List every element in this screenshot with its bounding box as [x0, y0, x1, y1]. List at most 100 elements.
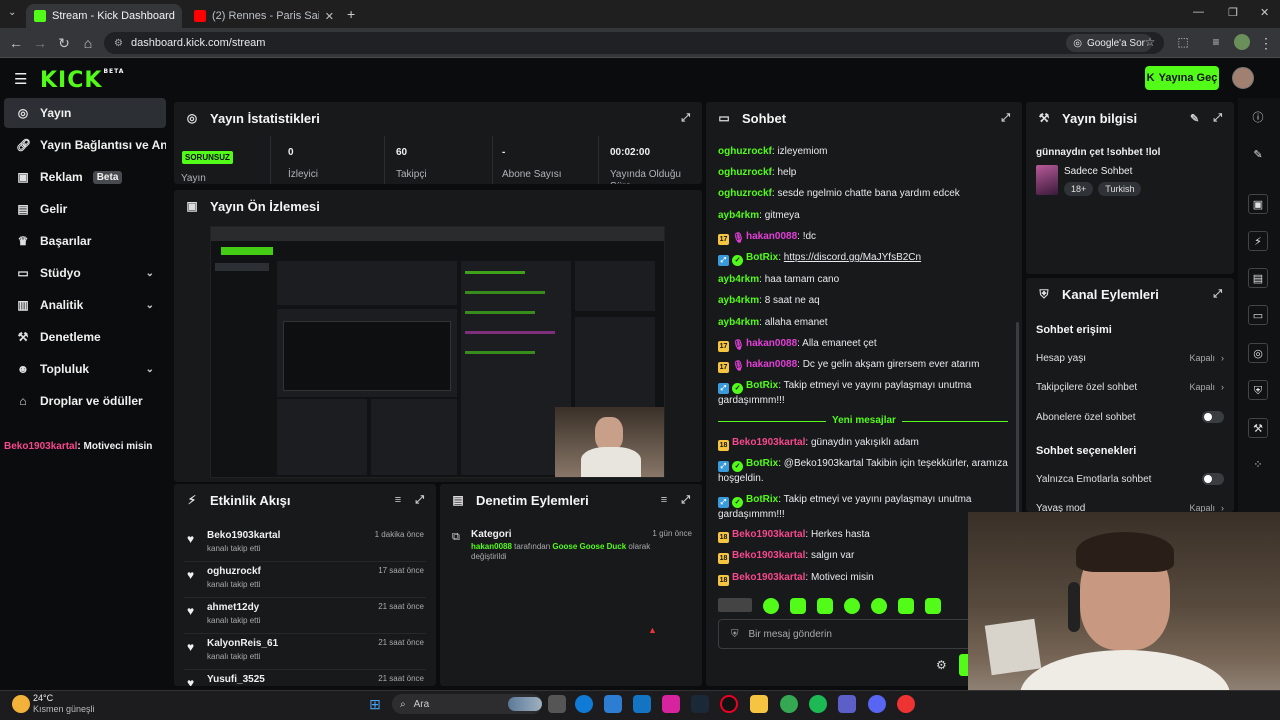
opera-icon[interactable]	[720, 695, 738, 713]
chat-icon[interactable]: ▭	[1248, 305, 1268, 325]
edge-icon[interactable]	[575, 695, 593, 713]
tab-menu-icon[interactable]: ⌄	[8, 7, 16, 18]
emote-icon[interactable]	[844, 598, 860, 614]
sidebar-item-revenue[interactable]: ▤ Gelir	[4, 194, 166, 224]
sidebar-item-studio[interactable]: ▭ Stüdyo ⌄	[4, 258, 166, 288]
filter-icon[interactable]: ≡	[661, 494, 667, 507]
wrench-icon[interactable]: ⚒	[1248, 418, 1268, 438]
weather-widget[interactable]: 24°C Kısmen güneşli	[33, 693, 95, 715]
sidebar-item-moderation[interactable]: ⚒ Denetleme	[4, 322, 166, 352]
reading-list-icon[interactable]: ≡	[1208, 35, 1224, 49]
sidebar-item-achievements[interactable]: ♛ Başarılar	[4, 226, 166, 256]
chat-message: ⤢ ✓ BotRix: https://discord.gg/MaJYfsB2Cn	[718, 251, 1012, 266]
expand-icon[interactable]: ⤢	[1213, 112, 1222, 125]
lightning-icon[interactable]: ⚡︎	[1248, 231, 1268, 251]
bookmark-star-icon[interactable]: ☆	[1142, 35, 1158, 49]
instagram-icon[interactable]	[662, 695, 680, 713]
url-field[interactable]: ⚙ dashboard.kick.com/stream ◎ Google'a S…	[104, 32, 1164, 54]
emote-icon[interactable]	[790, 598, 806, 614]
overlay-text: : Motiveci misin	[77, 441, 153, 452]
outlook-icon[interactable]	[633, 695, 651, 713]
chat-settings-gear-icon[interactable]: ⚙	[936, 658, 947, 672]
tab-youtube[interactable]: (2) Rennes - Paris Saint-Germain ✕	[186, 4, 342, 28]
forward-icon[interactable]: →	[32, 35, 48, 51]
preview-icon[interactable]: ▣	[1248, 194, 1268, 214]
document-icon[interactable]: ▤	[1248, 268, 1268, 288]
task-view-icon[interactable]	[548, 695, 566, 713]
expand-icon[interactable]: ⤢	[681, 112, 690, 125]
chat-icon: ▭	[718, 111, 730, 125]
setting-followers-only[interactable]: Takipçilere özel sohbet Kapalı ›	[1036, 377, 1224, 397]
close-tab-icon[interactable]: ✕	[181, 10, 182, 23]
windows-start-icon[interactable]: ⊞	[366, 695, 384, 713]
badge-18-icon: 18	[718, 553, 729, 564]
emote-icon[interactable]	[718, 598, 752, 612]
site-info-icon[interactable]: ⚙	[114, 38, 123, 49]
info-icon[interactable]: ⓘ	[1248, 108, 1268, 128]
reload-icon[interactable]: ↻	[56, 35, 72, 52]
kick-logo[interactable]: KICKBETA	[40, 68, 124, 93]
back-icon[interactable]: ←	[8, 35, 24, 51]
expand-icon[interactable]: ⤢	[681, 494, 690, 507]
discord-link[interactable]: https://discord.gg/MaJYfsB2Cn	[784, 252, 921, 263]
stream-preview-video[interactable]	[210, 226, 665, 478]
file-explorer-icon[interactable]	[750, 695, 768, 713]
emote-icon[interactable]	[898, 598, 914, 614]
store-icon[interactable]	[604, 695, 622, 713]
close-window-icon[interactable]: ✕	[1260, 6, 1269, 19]
home-icon[interactable]: ⌂	[80, 35, 96, 51]
close-tab-icon[interactable]: ✕	[325, 10, 334, 23]
setting-subs-only: Abonelere özel sohbet	[1036, 407, 1224, 427]
setting-account-age[interactable]: Hesap yaşı Kapalı ›	[1036, 348, 1224, 368]
stream-title: günnaydın çet !sohbet !lol	[1036, 147, 1161, 158]
taskbar-search[interactable]: ⌕ Ara	[392, 694, 542, 714]
minimize-icon[interactable]: —	[1193, 6, 1204, 18]
chat-message: ⤢ ✓ BotRix: @Beko1903kartal Takibin için t…	[718, 458, 1008, 484]
edit-pencil-icon[interactable]: ✎	[1190, 112, 1199, 125]
emote-icon[interactable]	[817, 598, 833, 614]
studio-icon: ▭	[17, 266, 29, 280]
expand-icon[interactable]: ⤢	[1213, 288, 1222, 301]
expand-icon[interactable]: ⤢	[415, 494, 424, 507]
category-thumbnail	[1036, 165, 1058, 195]
go-live-button[interactable]: K Yayına Geç	[1145, 66, 1219, 90]
shield-icon[interactable]: ⛨	[1248, 380, 1268, 400]
teams-icon[interactable]	[838, 695, 856, 713]
weather-sun-icon[interactable]	[12, 695, 30, 713]
edit-pencil-icon[interactable]: ✎	[1248, 145, 1268, 165]
emote-icon[interactable]	[763, 598, 779, 614]
spotify-icon[interactable]	[809, 695, 827, 713]
new-tab-icon[interactable]: +	[347, 6, 355, 22]
sidebar-item-ads[interactable]: ▣ Reklam Beta	[4, 162, 166, 192]
subs-only-toggle[interactable]	[1202, 411, 1224, 423]
maximize-icon[interactable]: ❐	[1228, 6, 1238, 19]
google-search-chip[interactable]: ◎ Google'a Sor	[1066, 34, 1152, 52]
sidebar-item-stream-key[interactable]: 🔗︎ Yayın Bağlantısı ve Anahtarı	[4, 130, 166, 160]
sidebar-item-community[interactable]: ☻ Topluluk ⌄	[4, 354, 166, 384]
apps-icon[interactable]: ⁘	[1248, 455, 1268, 475]
app-icon[interactable]	[897, 695, 915, 713]
expand-icon[interactable]: ⤢	[1001, 112, 1010, 125]
setting-slow-mode[interactable]: Yavaş mod Kapalı ›	[1036, 498, 1224, 513]
sidebar-item-stream[interactable]: ◎ Yayın	[4, 98, 166, 128]
hamburger-menu-icon[interactable]: ☰	[14, 70, 27, 88]
profile-icon[interactable]	[1234, 34, 1250, 50]
tag-pill[interactable]: Turkish	[1098, 182, 1142, 196]
stream-category[interactable]: Sadece Sohbet	[1064, 166, 1132, 177]
discord-icon[interactable]	[868, 695, 886, 713]
emote-only-toggle[interactable]	[1202, 473, 1224, 485]
extensions-icon[interactable]: ⬚	[1175, 35, 1191, 49]
emote-icon[interactable]	[871, 598, 887, 614]
browser-menu-icon[interactable]: ⋮	[1258, 35, 1274, 52]
target-icon[interactable]: ◎	[1248, 343, 1268, 363]
sidebar-item-drops[interactable]: ⌂ Droplar ve ödüller	[4, 386, 166, 416]
chrome-icon[interactable]	[780, 695, 798, 713]
tab-kick-dashboard[interactable]: Stream - Kick Dashboard ✕	[26, 4, 182, 28]
user-avatar[interactable]	[1232, 67, 1254, 89]
steam-icon[interactable]	[691, 695, 709, 713]
filter-icon[interactable]: ≡	[395, 494, 401, 507]
tag-pill[interactable]: 18+	[1064, 182, 1094, 196]
sidebar-item-analytics[interactable]: ▥ Analitik ⌄	[4, 290, 166, 320]
panel-title: Etkinlik Akışı	[210, 492, 291, 508]
emote-icon[interactable]	[925, 598, 941, 614]
